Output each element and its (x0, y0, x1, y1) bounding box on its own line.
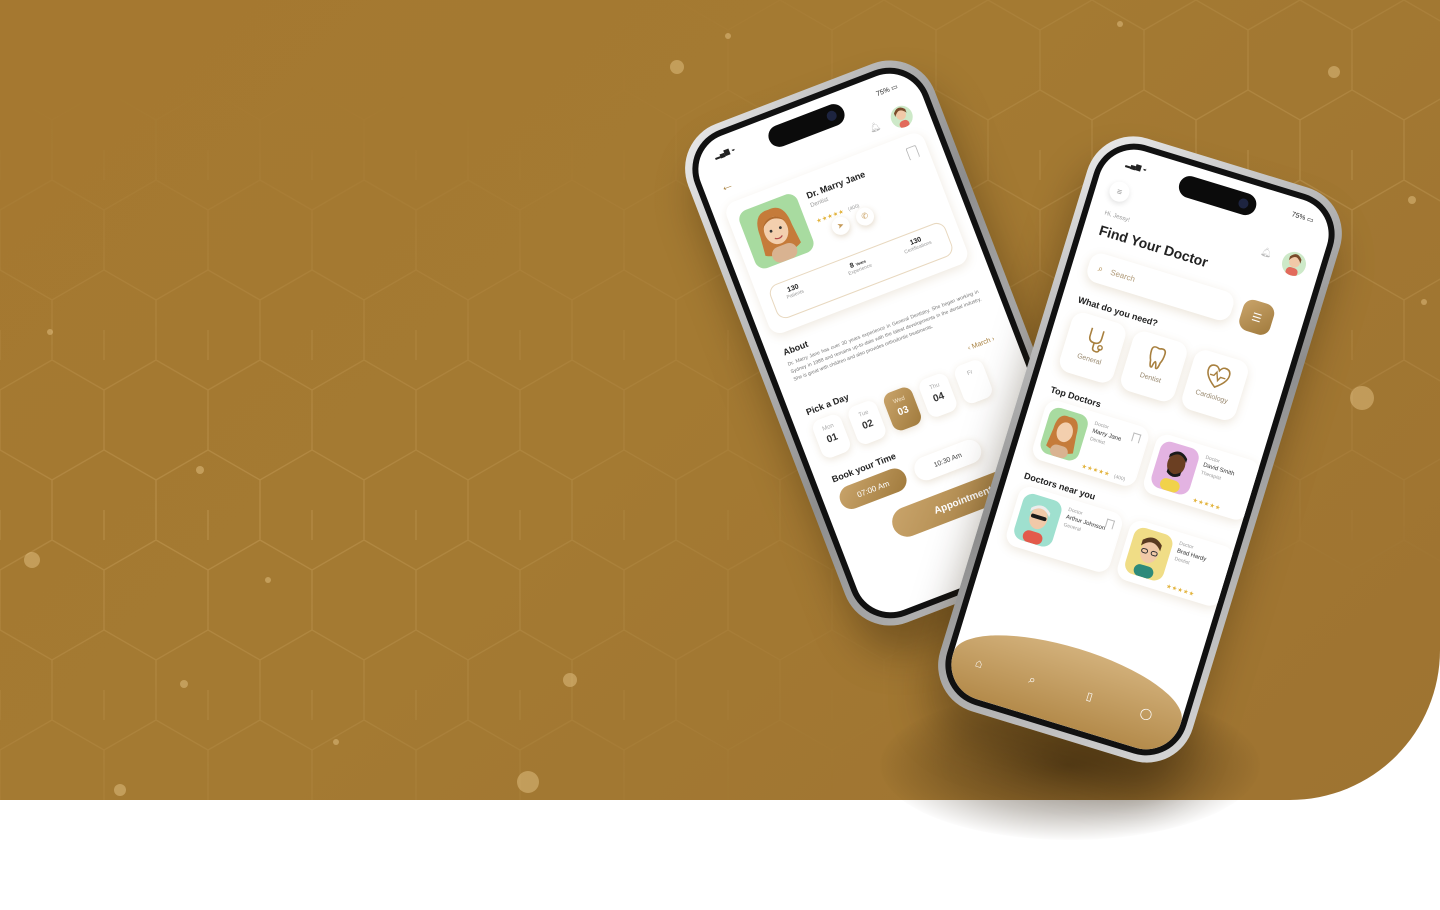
top-doctor-card-1[interactable]: Doctor David Smith Therapist ★★★★★ (1140, 431, 1263, 523)
doctor-photo (1038, 405, 1091, 463)
day-mon[interactable]: Mon 01 (810, 412, 853, 461)
bookmark-nav-icon[interactable]: ▯ (1085, 689, 1095, 703)
day-tue[interactable]: Tue 02 (845, 398, 889, 447)
stat-certifications: 130 Certifications (903, 236, 933, 256)
filter-button[interactable]: ☰ (1236, 297, 1277, 338)
dynamic-island (1176, 173, 1260, 218)
near-doctor-card-0[interactable]: Doctor Arthur Johnson General (1003, 483, 1126, 575)
user-avatar[interactable] (887, 102, 916, 131)
heart-pulse-icon (1207, 364, 1231, 389)
month-selector[interactable]: ‹ March › (967, 336, 996, 353)
doctor-photo (1122, 525, 1175, 583)
bell-icon[interactable]: 🔔︎ (1259, 246, 1274, 260)
bookmark-icon[interactable] (1104, 518, 1116, 530)
doctor-name: Dr. Marry Jane (805, 169, 867, 201)
service-general[interactable]: General (1056, 309, 1129, 386)
doctor-photo (1011, 491, 1065, 550)
tooth-icon (1149, 346, 1167, 370)
bookmark-icon[interactable] (905, 144, 921, 161)
near-doctor-card-1[interactable]: Doctor Brad Hardy Dentist ★★★★★ (1114, 517, 1236, 609)
profile-icon[interactable]: ◯ (1138, 706, 1154, 722)
time-slot-1030[interactable]: 10:30 Am (910, 436, 985, 484)
top-doctor-card-0[interactable]: Doctor Marry Jane Dentist ★★★★★ (400) (1029, 397, 1152, 489)
bell-icon[interactable]: 🔔︎ (868, 120, 883, 134)
battery-status: 75% ▭ (875, 83, 899, 99)
sliders-icon: ☰ (1250, 310, 1264, 326)
user-avatar[interactable] (1279, 248, 1309, 279)
back-arrow-icon[interactable]: ← (717, 175, 736, 195)
service-dentist[interactable]: Dentist (1118, 328, 1190, 405)
dynamic-island (765, 100, 848, 151)
pick-day-title: Pick a Day (804, 391, 851, 418)
day-wed[interactable]: Wed 03 (881, 384, 924, 433)
home-icon[interactable]: ⌂ (974, 656, 985, 672)
greeting: Hi, Jessy! (1103, 210, 1131, 224)
signal-icon: ▂▄▆ ◒ (1124, 160, 1148, 174)
signal-icon: ▂▄▆ ◒ (713, 145, 737, 161)
search-nav-icon[interactable]: ⌕ (1027, 672, 1038, 688)
search-icon: ⌕ (1096, 262, 1105, 274)
search-input[interactable]: Search (1109, 267, 1136, 283)
day-fri[interactable]: Fr (952, 357, 995, 406)
bookmark-icon[interactable] (1131, 432, 1142, 444)
stethoscope-icon (1088, 327, 1105, 353)
stat-patients: 130 Patients (785, 283, 805, 301)
service-cardiology[interactable]: Cardiology (1179, 347, 1251, 423)
doctor-photo (1148, 439, 1202, 497)
stat-experience: 8 Years Experience (847, 258, 874, 278)
battery-status: 75% ▭ (1290, 211, 1315, 225)
day-thu[interactable]: Thu 04 (916, 371, 960, 420)
menu-icon[interactable]: ≡ (1106, 179, 1132, 205)
doctor-photo (736, 191, 817, 272)
